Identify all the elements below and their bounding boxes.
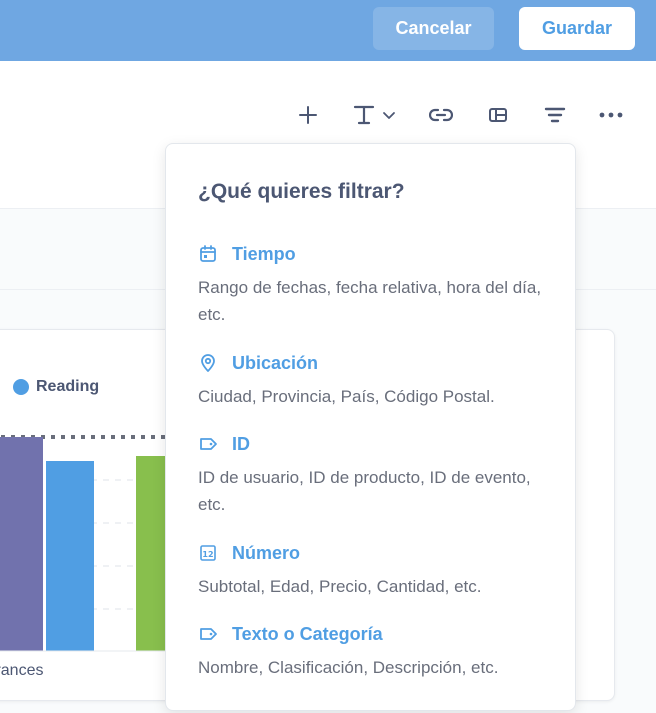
more-icon (599, 112, 623, 118)
bar-blue (46, 461, 94, 651)
filter-option-description: ID de usuario, ID de producto, ID de eve… (198, 468, 531, 514)
filter-option-description: Rango de fechas, fecha relativa, hora de… (198, 278, 542, 324)
label-tag-icon (200, 628, 217, 640)
filter-popover: ¿Qué quieres filtrar? Tiempo Rango de fe… (165, 143, 576, 711)
filter-option-text-category[interactable]: Texto o Categoría Nombre, Clasificación,… (198, 622, 548, 681)
filter-button[interactable] (543, 102, 567, 128)
popover-title: ¿Qué quieres filtrar? (198, 180, 405, 203)
filter-option-label: Ubicación (232, 352, 319, 373)
plus-icon (299, 106, 317, 124)
filter-option-label: Texto o Categoría (232, 623, 383, 644)
bar-purple (0, 437, 43, 651)
link-icon (429, 108, 453, 122)
section-button[interactable] (486, 102, 510, 128)
label-tag-icon (200, 438, 217, 450)
add-button[interactable] (296, 102, 320, 128)
chevron-down-icon (383, 112, 395, 119)
location-pin-icon (201, 354, 215, 372)
link-button[interactable] (428, 102, 454, 128)
filter-option-label: ID (232, 433, 250, 454)
filter-option-number[interactable]: 12 Número Subtotal, Edad, Precio, Cantid… (198, 541, 548, 600)
filter-option-location[interactable]: Ubicación Ciudad, Provincia, País, Códig… (198, 351, 548, 410)
x-axis-label: frances (0, 662, 44, 679)
filter-option-time[interactable]: Tiempo Rango de fechas, fecha relativa, … (198, 242, 548, 328)
text-button[interactable] (352, 102, 398, 128)
svg-text:12: 12 (202, 550, 213, 559)
filter-option-description: Nombre, Clasificación, Descripción, etc. (198, 658, 499, 677)
filter-option-label: Número (232, 542, 301, 563)
number-icon: 12 (200, 545, 216, 561)
cancel-button[interactable]: Cancelar (373, 7, 494, 50)
filter-icon (544, 107, 566, 123)
calendar-icon (200, 245, 216, 262)
filter-option-id[interactable]: ID ID de usuario, ID de producto, ID de … (198, 432, 548, 518)
filter-option-label: Tiempo (232, 243, 296, 264)
more-button[interactable] (598, 102, 624, 128)
text-icon (353, 105, 395, 125)
header-bar: Cancelar Guardar (0, 0, 656, 61)
filter-option-description: Ciudad, Provincia, País, Código Postal. (198, 387, 495, 406)
layout-icon (489, 108, 507, 122)
save-button[interactable]: Guardar (519, 7, 635, 50)
filter-option-description: Subtotal, Edad, Precio, Cantidad, etc. (198, 577, 482, 596)
